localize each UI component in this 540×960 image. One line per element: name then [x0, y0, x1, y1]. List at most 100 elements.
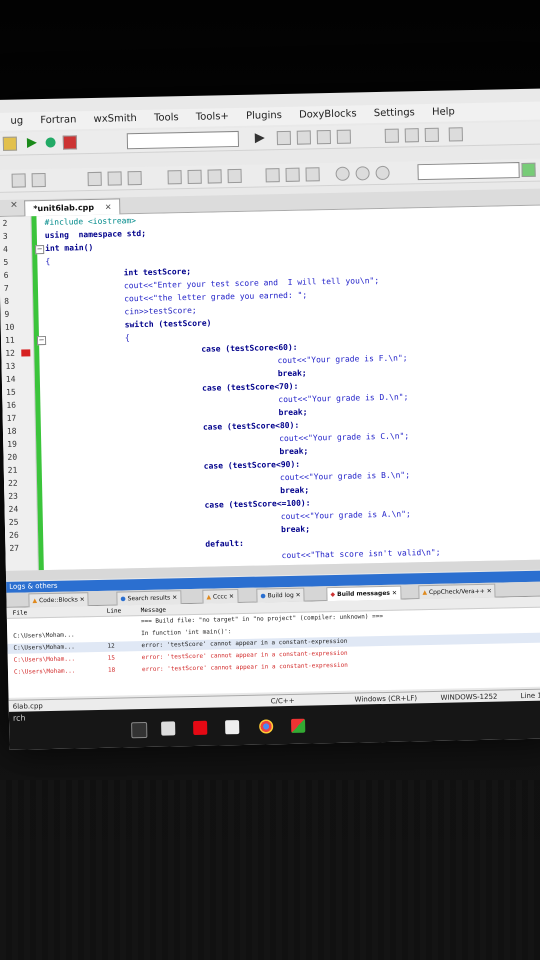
prev-bookmark-icon[interactable] — [187, 169, 202, 185]
run-icon[interactable]: ▶ — [27, 135, 37, 150]
line-number: 8 — [4, 296, 10, 306]
line-number: 22 — [7, 478, 18, 488]
line-number: 19 — [7, 439, 17, 449]
highlight-icon[interactable] — [127, 170, 142, 186]
code-line: int testScore; — [123, 266, 192, 278]
row-file: C:\Users\Moham... — [13, 631, 75, 640]
menu-doxyblocks[interactable]: DoxyBlocks — [299, 105, 357, 124]
fold-toggle-icon[interactable]: − — [36, 336, 47, 346]
close-icon[interactable]: ✕ — [10, 201, 18, 211]
code-line: break; — [280, 485, 310, 496]
netflix-icon[interactable] — [193, 720, 208, 736]
row-message: error: 'testScore' cannot appear in a co… — [141, 661, 348, 674]
mail-icon[interactable] — [225, 720, 240, 735]
settings-icon[interactable] — [2, 136, 18, 151]
menu-fortran[interactable]: Fortran — [40, 111, 76, 130]
zoom-in-icon[interactable] — [335, 166, 350, 181]
build-icon: ◆ — [330, 591, 336, 599]
breakpoint-marker[interactable] — [21, 349, 31, 357]
code-line: #include <iostream> — [44, 216, 137, 228]
code-line: break; — [277, 368, 307, 379]
info-icon[interactable] — [448, 127, 463, 142]
cortana-icon[interactable] — [131, 721, 148, 739]
search-icon[interactable] — [375, 165, 390, 181]
code-editor[interactable]: 2 3 4 5 6 7 8 9 10 11 12 13 14 15 16 17 … — [0, 205, 540, 571]
code-line: { — [45, 256, 51, 267]
code-line: cout<<"That score isn't valid\n"; — [281, 547, 441, 561]
line-number: 27 — [9, 543, 20, 553]
close-tab-icon[interactable]: ✕ — [105, 203, 112, 212]
fold-toggle-icon[interactable]: − — [35, 245, 45, 255]
code-line: break; — [280, 524, 311, 535]
code-line: cout<<"Your grade is D.\n"; — [278, 392, 409, 405]
block-3-icon[interactable] — [305, 167, 320, 182]
line-number: 23 — [8, 491, 19, 501]
line-number: 2 — [2, 218, 8, 228]
desk-surface — [0, 780, 540, 960]
tab-label: CppCheck/Vera++ — [428, 587, 485, 597]
debug-windows-icon[interactable] — [424, 127, 439, 143]
code-line: cout<<"Your grade is F.\n"; — [277, 353, 408, 366]
column-header-line[interactable]: Line — [107, 607, 122, 614]
column-header-file[interactable]: File — [13, 609, 28, 616]
warning-icon: ▲ — [422, 589, 428, 597]
line-number: 5 — [3, 257, 9, 267]
toggle-bookmark-icon[interactable] — [167, 170, 182, 185]
doxy-icon[interactable] — [11, 173, 26, 188]
search-icon: ● — [120, 595, 126, 603]
jump-icon[interactable] — [31, 172, 46, 188]
build-run-icon[interactable]: ● — [45, 135, 57, 150]
row-line: 18 — [107, 666, 116, 674]
next-bookmark-icon[interactable] — [207, 169, 222, 184]
code-line: default: — [205, 538, 244, 549]
block-2-icon[interactable] — [285, 167, 300, 182]
menu-settings[interactable]: Settings — [374, 104, 415, 123]
line-number: 24 — [8, 504, 19, 514]
debug-run-icon[interactable]: ▶ — [255, 130, 265, 145]
codeblocks-icon[interactable] — [291, 718, 306, 733]
zoom-out-icon[interactable] — [355, 166, 370, 181]
build-target-select[interactable] — [126, 130, 240, 150]
clear-bookmarks-icon[interactable] — [227, 168, 242, 184]
line-number: 15 — [6, 387, 16, 397]
abort-icon[interactable] — [62, 135, 78, 150]
line-number: 20 — [7, 452, 18, 462]
forward-icon[interactable] — [107, 171, 122, 186]
step-into-icon[interactable] — [296, 130, 311, 145]
step-icon[interactable] — [276, 130, 292, 146]
menu-tools-plus[interactable]: Tools+ — [196, 108, 229, 127]
menu-plugins[interactable]: Plugins — [246, 107, 282, 126]
row-line: 12 — [107, 642, 115, 650]
line-number: 21 — [7, 465, 18, 475]
line-number: 17 — [6, 413, 17, 423]
code-line: cout<<"Your grade is B.\n"; — [279, 470, 411, 483]
row-file: C:\Users\Moham... — [13, 643, 75, 652]
ide-window: ug Fortran wxSmith Tools Tools+ Plugins … — [0, 88, 540, 750]
chrome-icon[interactable] — [259, 719, 274, 734]
tab-label: Code::Blocks — [38, 596, 78, 605]
back-icon[interactable] — [87, 171, 102, 187]
menu-debug[interactable]: ug — [10, 112, 23, 130]
column-header-message[interactable]: Message — [141, 607, 166, 615]
menu-tools[interactable]: Tools — [154, 109, 179, 128]
line-number: 12 — [5, 348, 16, 358]
search-field[interactable] — [417, 162, 520, 181]
code-line: using namespace std; — [44, 228, 147, 241]
taskbar-search[interactable]: rch — [13, 714, 26, 723]
pause-icon[interactable] — [384, 128, 399, 143]
next-instruction-icon[interactable] — [336, 129, 351, 144]
build-messages-list: File Line Message === Build file: "no ta… — [6, 596, 540, 698]
line-number: 4 — [3, 244, 9, 254]
block-icon[interactable] — [265, 168, 280, 183]
menu-wxsmith[interactable]: wxSmith — [93, 110, 137, 129]
warning-icon: ▲ — [32, 597, 38, 605]
user-icon[interactable] — [521, 162, 536, 178]
step-out-icon[interactable] — [316, 129, 331, 145]
tab-label: Build log — [267, 591, 294, 600]
stop-debug-icon[interactable] — [404, 128, 419, 143]
line-number: 25 — [8, 517, 19, 527]
search-toolbar — [0, 158, 540, 193]
tab-label: Cccc — [212, 593, 228, 601]
menu-help[interactable]: Help — [432, 103, 455, 121]
store-icon[interactable] — [161, 721, 176, 736]
